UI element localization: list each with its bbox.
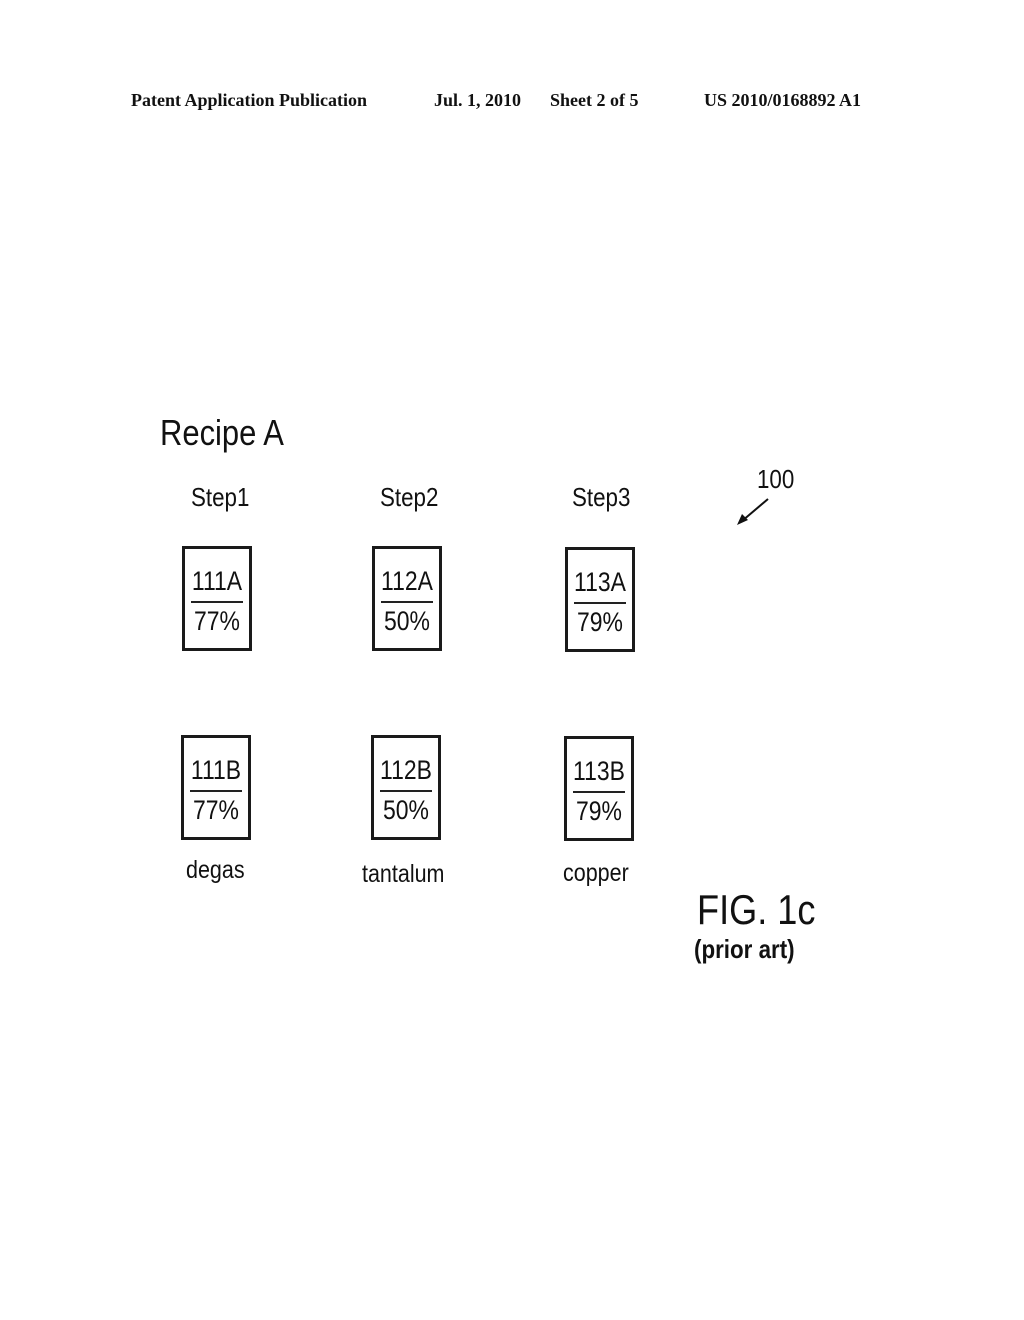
chamber-value: 77%	[193, 795, 239, 825]
chamber-id: 113B	[573, 756, 625, 786]
patent-number: US 2010/0168892 A1	[704, 90, 862, 110]
figure-label: FIG. 1c	[697, 886, 816, 933]
chamber-value: 50%	[384, 606, 430, 636]
chamber-id: 111B	[190, 755, 242, 785]
chamber-id: 112B	[380, 755, 432, 785]
chamber-value: 79%	[577, 607, 623, 637]
step-label: Step2	[380, 482, 439, 512]
chamber-id: 113A	[574, 567, 626, 597]
divider	[573, 791, 625, 793]
material-label: degas	[186, 856, 245, 884]
chamber-id: 111A	[191, 566, 243, 596]
reference-numeral: 100	[757, 464, 795, 494]
chamber-box: 112B 50%	[371, 735, 441, 840]
sheet-number: Sheet 2 of 5	[550, 90, 639, 110]
chamber-box: 111A 77%	[182, 546, 252, 651]
divider	[574, 602, 626, 604]
step-label: Step1	[191, 482, 250, 512]
step-label: Step3	[572, 482, 631, 512]
material-label: tantalum	[362, 860, 445, 888]
chamber-id: 112A	[381, 566, 433, 596]
recipe-title: Recipe A	[160, 412, 284, 453]
chamber-box: 113A 79%	[565, 547, 635, 652]
reference-arrow-icon	[737, 498, 769, 525]
chamber-box: 111B 77%	[181, 735, 251, 840]
divider	[381, 601, 433, 603]
chamber-value: 77%	[194, 606, 240, 636]
publication-date: Jul. 1, 2010	[434, 90, 522, 110]
figure-sublabel: (prior art)	[694, 934, 795, 964]
chamber-value: 50%	[383, 795, 429, 825]
divider	[380, 790, 432, 792]
material-label: copper	[563, 859, 629, 887]
chamber-box: 112A 50%	[372, 546, 442, 651]
divider	[191, 601, 243, 603]
divider	[190, 790, 242, 792]
publication-type: Patent Application Publication	[131, 90, 368, 110]
chamber-box: 113B 79%	[564, 736, 634, 841]
chamber-value: 79%	[576, 796, 622, 826]
